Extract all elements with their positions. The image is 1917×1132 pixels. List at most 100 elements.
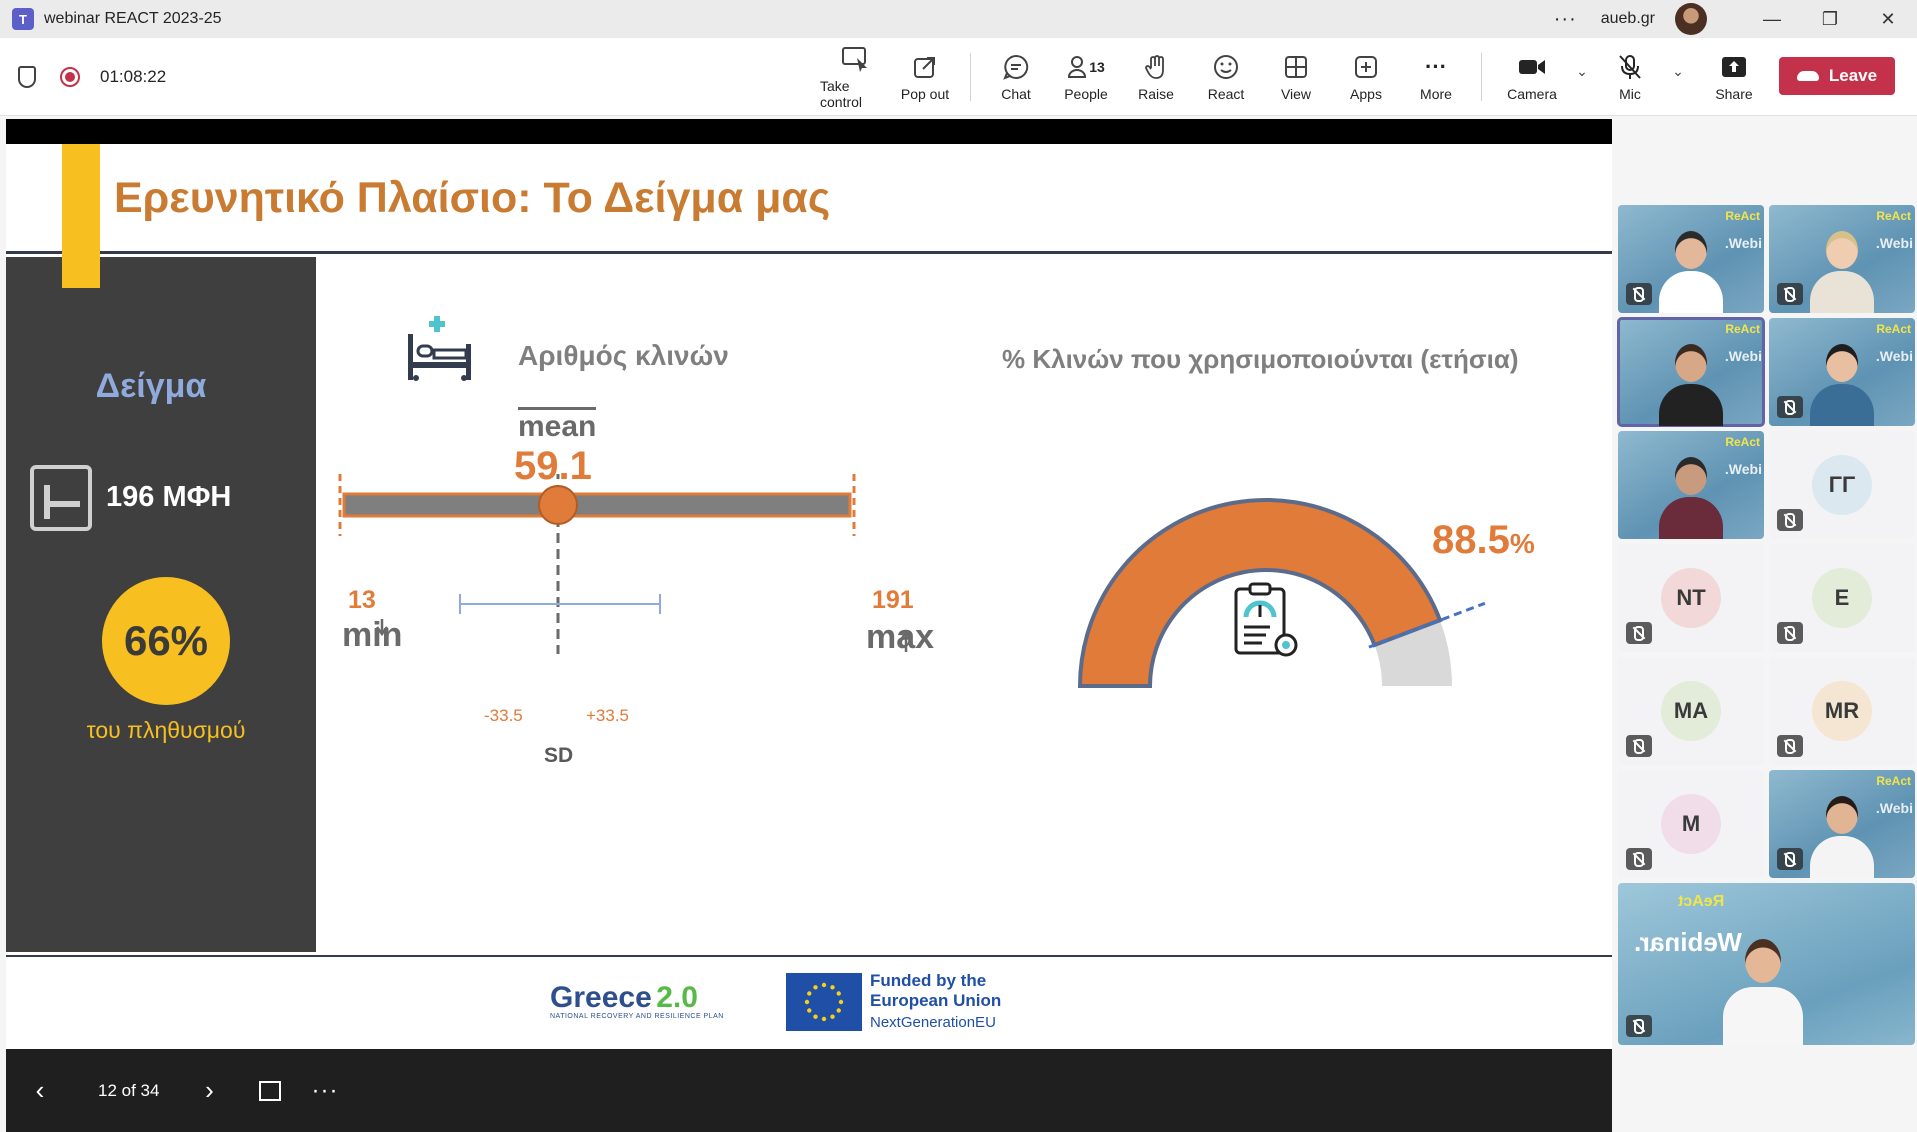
mic-off-icon xyxy=(1618,52,1642,82)
shield-icon xyxy=(18,65,36,88)
participant-tile[interactable]: ReAct .Webi xyxy=(1769,318,1915,426)
mic-options-chevron-icon[interactable]: ⌄ xyxy=(1668,63,1688,80)
view-label: View xyxy=(1280,86,1312,102)
pop-out-icon xyxy=(913,52,937,82)
participant-initials-avatar: ΓΓ xyxy=(1812,455,1872,515)
pop-out-button[interactable]: Pop out xyxy=(890,44,960,110)
org-name[interactable]: aueb.gr xyxy=(1601,10,1655,28)
previous-slide-icon[interactable]: ‹ xyxy=(20,1075,60,1106)
next-slide-icon[interactable]: › xyxy=(189,1075,229,1106)
minimize-icon[interactable]: — xyxy=(1743,9,1801,30)
presenter-video-tile[interactable]: ReAct Webinar. xyxy=(1618,883,1915,1045)
leave-button[interactable]: Leave xyxy=(1779,57,1895,95)
participant-tile[interactable]: ReAct .Webi xyxy=(1618,205,1764,313)
participant-tile[interactable]: NT xyxy=(1618,544,1764,652)
share-label: Share xyxy=(1715,86,1753,102)
participant-tile[interactable]: ReAct .Webi xyxy=(1617,317,1765,427)
population-label: του πληθυσμού xyxy=(86,717,246,743)
take-control-button[interactable]: Take control xyxy=(820,44,890,110)
eu-star xyxy=(838,999,844,1005)
participant-tile[interactable]: ΓΓ xyxy=(1769,431,1915,539)
apps-button[interactable]: Apps xyxy=(1331,44,1401,110)
camera-button[interactable]: Camera xyxy=(1492,44,1572,110)
participant-initials-avatar: E xyxy=(1812,568,1872,628)
muted-mic-icon xyxy=(1626,622,1652,644)
chat-button[interactable]: Chat xyxy=(981,44,1051,110)
take-control-icon xyxy=(841,44,869,74)
user-avatar[interactable] xyxy=(1675,3,1707,35)
more-button[interactable]: ··· More xyxy=(1401,44,1471,110)
window-title: webinar REACT 2023-25 xyxy=(44,10,222,27)
gauge-number: 88.5 xyxy=(1432,518,1510,562)
mic-button[interactable]: Mic xyxy=(1592,44,1668,110)
more-options-icon[interactable]: ··· xyxy=(1554,8,1577,31)
slide-controls: ‹ 12 of 34 › ··· xyxy=(6,1049,1612,1132)
share-icon xyxy=(1721,52,1747,82)
camera-options-chevron-icon[interactable]: ⌄ xyxy=(1572,63,1592,80)
hang-up-icon xyxy=(1796,71,1819,81)
greece-logo-plan: NATIONAL RECOVERY AND RESILIENCE PLAN xyxy=(550,1013,724,1020)
population-percent-badge: 66% xyxy=(102,577,230,705)
apps-label: Apps xyxy=(1350,86,1382,102)
participant-video xyxy=(1659,227,1723,313)
participant-initials-avatar: MR xyxy=(1812,681,1872,741)
restore-icon[interactable]: ❐ xyxy=(1801,9,1859,30)
share-button[interactable]: Share xyxy=(1696,44,1772,110)
view-button[interactable]: View xyxy=(1261,44,1331,110)
participant-tile[interactable]: ReAct .Webi xyxy=(1618,431,1764,539)
participant-tile[interactable]: E xyxy=(1769,544,1915,652)
participant-initials-avatar: NT xyxy=(1661,568,1721,628)
min-label: min xyxy=(342,616,403,654)
mic-label: Mic xyxy=(1619,86,1641,102)
slide-more-icon[interactable]: ··· xyxy=(311,1077,338,1105)
greece-logo-version: 2.0 xyxy=(656,981,698,1014)
title-accent-bar xyxy=(62,144,100,288)
participant-tile[interactable]: MA xyxy=(1618,657,1764,765)
beds-title: Αριθμός κλινών xyxy=(518,340,729,371)
participant-background-brand: ReAct xyxy=(1876,322,1911,336)
presenter-video xyxy=(1723,935,1803,1045)
slide-grid-icon[interactable] xyxy=(259,1080,282,1101)
participant-video xyxy=(1659,453,1723,539)
hospital-bed-icon xyxy=(408,316,471,381)
bed-icon xyxy=(30,465,92,531)
participant-background-webinar: .Webi xyxy=(1875,348,1913,364)
slide-header: Ερευνητικό Πλαίσιο: Το Δείγμα μας xyxy=(6,144,1612,254)
people-icon: 13 xyxy=(1067,52,1105,82)
participant-tile[interactable]: ReAct .Webi xyxy=(1769,770,1915,878)
participant-tile[interactable]: MR xyxy=(1769,657,1915,765)
hand-icon xyxy=(1144,52,1168,82)
toolbar-divider xyxy=(1481,53,1482,101)
view-grid-icon xyxy=(1284,52,1308,82)
participant-background-webinar: .Webi xyxy=(1724,461,1762,477)
recording-icon xyxy=(60,66,80,87)
raise-label: Raise xyxy=(1138,86,1174,102)
eu-funding-text: Funded by the European Union NextGenerat… xyxy=(870,971,1001,1033)
react-button[interactable]: React xyxy=(1191,44,1261,110)
eu-star xyxy=(813,985,818,990)
sd-plus-value: +33.5 xyxy=(586,706,630,725)
participant-tile[interactable]: M xyxy=(1618,770,1764,878)
eu-star xyxy=(821,982,827,988)
range-bar xyxy=(342,492,852,518)
mean-value: 59.1 xyxy=(514,444,592,488)
camera-icon xyxy=(1518,52,1546,82)
eu-next-line: NextGenerationEU xyxy=(870,1014,996,1031)
participant-initials-avatar: M xyxy=(1661,794,1721,854)
close-icon[interactable]: ✕ xyxy=(1859,9,1917,30)
slide-page-count: 12 of 34 xyxy=(98,1080,160,1100)
participant-video xyxy=(1810,792,1874,878)
eu-flag-icon xyxy=(786,973,862,1031)
participant-tile[interactable]: ReAct .Webi xyxy=(1769,205,1915,313)
eu-star xyxy=(830,985,835,990)
pop-out-label: Pop out xyxy=(900,86,950,102)
meeting-timer: 01:08:22 xyxy=(100,66,167,86)
react-label: React xyxy=(1207,86,1245,102)
participant-video xyxy=(1810,340,1874,426)
camera-label: Camera xyxy=(1507,86,1557,102)
people-button[interactable]: 13 People xyxy=(1051,44,1121,110)
shared-content-stage: Ερευνητικό Πλαίσιο: Το Δείγμα μας Δείγμα… xyxy=(6,119,1612,1132)
raise-hand-button[interactable]: Raise xyxy=(1121,44,1191,110)
participant-background-webinar: .Webi xyxy=(1724,235,1762,251)
muted-mic-icon xyxy=(1626,283,1652,305)
